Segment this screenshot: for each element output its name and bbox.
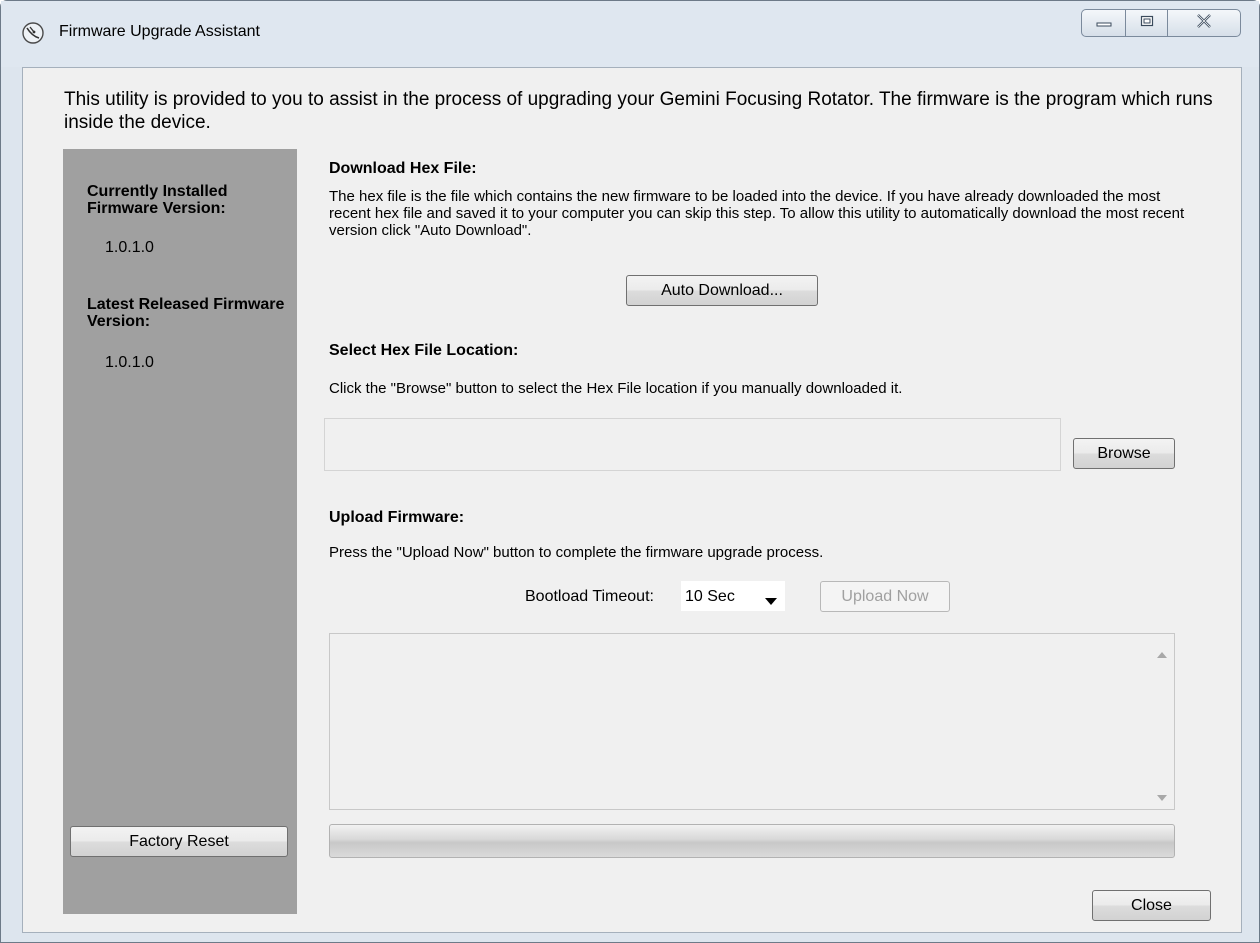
download-section-title: Download Hex File: — [329, 160, 477, 177]
hex-file-path-field[interactable] — [324, 418, 1061, 471]
minimize-icon — [1096, 14, 1112, 32]
log-vertical-scrollbar[interactable] — [1150, 634, 1174, 809]
auto-download-button[interactable]: Auto Download... — [626, 275, 818, 306]
title-bar[interactable]: Firmware Upgrade Assistant — [1, 1, 1259, 67]
minimize-button[interactable] — [1081, 9, 1125, 37]
client-area: This utility is provided to you to assis… — [22, 67, 1242, 933]
maximize-icon — [1140, 14, 1154, 32]
download-description: The hex file is the file which contains … — [329, 188, 1185, 239]
version-sidebar: Currently Installed Firmware Version: 1.… — [63, 149, 297, 914]
upload-description: Press the "Upload Now" button to complet… — [329, 544, 824, 561]
bootload-timeout-select[interactable]: 10 Sec — [680, 580, 786, 612]
scroll-down-arrow-icon[interactable] — [1157, 789, 1167, 807]
dropdown-arrow-icon — [765, 593, 777, 605]
installed-version-label: Currently Installed Firmware Version: — [87, 183, 228, 217]
upload-progress-bar — [329, 824, 1175, 858]
maximize-button[interactable] — [1125, 9, 1167, 37]
close-button[interactable]: Close — [1092, 890, 1211, 921]
bootload-timeout-label: Bootload Timeout: — [525, 588, 654, 605]
close-icon — [1196, 13, 1212, 33]
latest-version-value: 1.0.1.0 — [105, 354, 154, 371]
satellite-dish-icon — [21, 21, 45, 45]
close-window-button[interactable] — [1167, 9, 1241, 37]
app-window: Firmware Upgrade Assistant This utility … — [0, 0, 1260, 943]
factory-reset-button[interactable]: Factory Reset — [70, 826, 288, 857]
installed-version-value: 1.0.1.0 — [105, 239, 154, 256]
window-title: Firmware Upgrade Assistant — [59, 23, 260, 40]
upload-log-textarea[interactable] — [329, 633, 1175, 810]
browse-button[interactable]: Browse — [1073, 438, 1175, 469]
intro-text: This utility is provided to you to assis… — [64, 89, 1213, 133]
latest-version-label: Latest Released Firmware Version: — [87, 296, 285, 330]
caption-buttons — [1081, 9, 1241, 37]
select-hex-description: Click the "Browse" button to select the … — [329, 380, 903, 397]
upload-now-button[interactable]: Upload Now — [820, 581, 950, 612]
upload-section-title: Upload Firmware: — [329, 509, 465, 526]
select-hex-section-title: Select Hex File Location: — [329, 342, 519, 359]
bootload-timeout-value: 10 Sec — [685, 588, 735, 605]
scroll-up-arrow-icon[interactable] — [1157, 646, 1167, 664]
